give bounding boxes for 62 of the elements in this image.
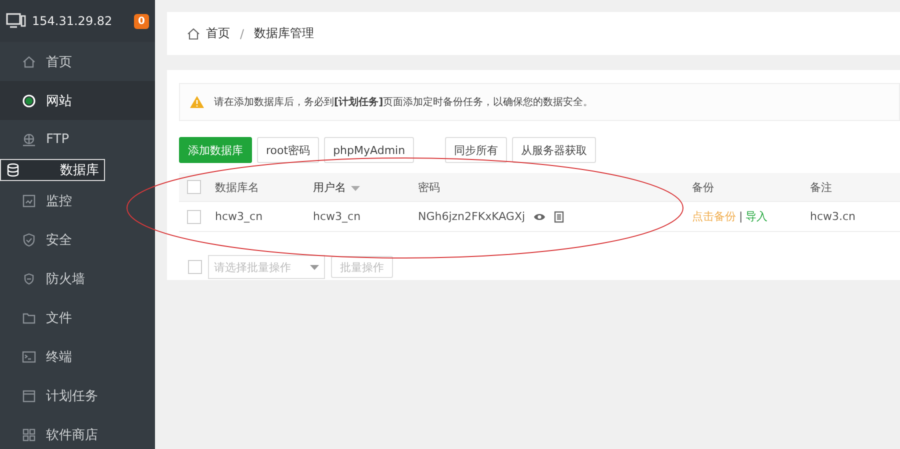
toolbar-button[interactable]: 同步所有 [445, 137, 508, 163]
terminal-icon [22, 350, 36, 364]
sidebar-item[interactable]: 软件商店 [0, 415, 155, 449]
sidebar-item[interactable]: 计划任务 [0, 376, 155, 415]
caret-icon [310, 264, 319, 270]
grid-icon [22, 428, 36, 442]
batch-checkbox[interactable] [188, 260, 202, 274]
toolbar-button[interactable]: phpMyAdmin [324, 137, 414, 163]
shield-icon [22, 272, 36, 286]
column-header[interactable]: 备份 [692, 180, 714, 194]
sort-icon[interactable] [351, 186, 360, 190]
menu-label: 网站 [46, 92, 72, 110]
menu-label: 防火墙 [46, 270, 85, 288]
menu-label: 文件 [46, 310, 72, 326]
toolbar-button[interactable]: root密码 [257, 137, 320, 163]
column-header[interactable]: 用户名 [313, 180, 346, 194]
column-header[interactable]: 数据库名 [215, 180, 259, 194]
database-icon [6, 163, 20, 177]
table-cell: hcw3_cn [215, 210, 263, 223]
sidebar-item[interactable]: 监控 [0, 181, 155, 220]
menu-label: FTP [46, 132, 70, 147]
copy-icon[interactable] [554, 210, 564, 222]
folder-icon [22, 310, 36, 324]
menu-label: 计划任务 [46, 388, 98, 404]
row-checkbox[interactable] [187, 210, 201, 224]
sidebar-item[interactable]: 首页 [0, 42, 155, 81]
sidebar-item[interactable]: 防火墙 [0, 259, 155, 298]
breadcrumb-separator: / [240, 26, 244, 40]
table-cell: hcw3.cn [810, 210, 856, 223]
circle-icon [22, 94, 36, 108]
menu-label: 监控 [46, 192, 72, 210]
sidebar-item[interactable]: FTP [0, 120, 155, 159]
menu-label: 安全 [46, 232, 72, 248]
computer-icon [6, 13, 26, 29]
globe-icon [22, 132, 36, 146]
alert-text: 请在添加数据库后，务必到[计划任务]页面添加定时备份任务，以确保您的数据安全。 [214, 96, 594, 109]
menu-label: 软件商店 [46, 426, 98, 444]
shield-icon [22, 232, 36, 246]
link-separator: | [739, 210, 743, 223]
column-header[interactable]: 密码 [418, 180, 440, 194]
menu-label: 终端 [46, 348, 72, 366]
column-header[interactable]: 备注 [810, 180, 832, 194]
password-text: NGh6jzn2FKxKAGXj [418, 210, 526, 223]
sidebar-item[interactable]: 网站 [0, 81, 155, 120]
sidebar-item[interactable]: 文件 [0, 298, 155, 337]
table-cell: hcw3_cn [313, 210, 361, 223]
warning-icon [190, 96, 204, 108]
breadcrumb-link[interactable]: 首页 [206, 25, 230, 42]
sidebar-item[interactable]: 终端 [0, 337, 155, 376]
menu-label: 首页 [46, 54, 72, 70]
home-icon [22, 54, 36, 68]
select-all-checkbox[interactable] [187, 180, 201, 194]
breadcrumb-current: 数据库管理 [254, 25, 314, 42]
home-icon [187, 28, 200, 40]
calendar-icon [22, 388, 36, 402]
chart-icon [22, 194, 36, 208]
sidebar-item[interactable]: 安全 [0, 220, 155, 259]
toolbar-button[interactable]: 从服务器获取 [512, 137, 596, 163]
menu-label: 数据库 [60, 162, 99, 179]
server-address: 154.31.29.82 [32, 14, 114, 28]
sidebar-item[interactable]: 数据库 [0, 159, 105, 181]
eye-icon[interactable] [533, 212, 546, 222]
